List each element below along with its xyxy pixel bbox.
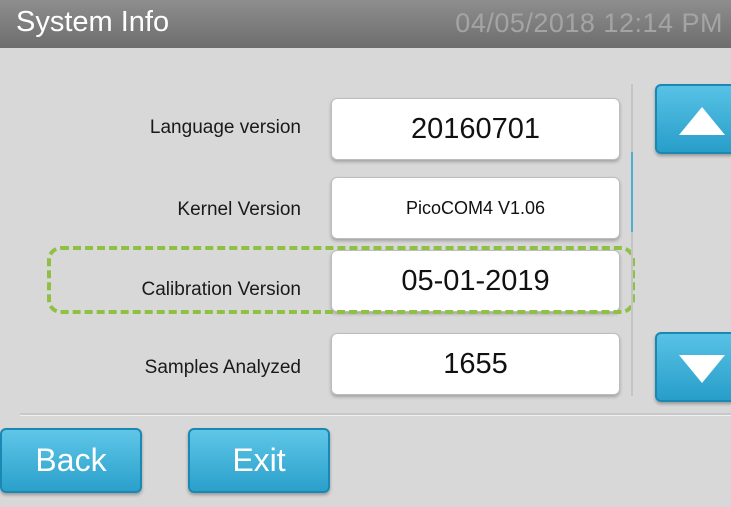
- kernel-version-value: PicoCOM4 V1.06: [331, 177, 620, 239]
- language-version-value: 20160701: [331, 98, 620, 160]
- scroll-up-button[interactable]: [655, 84, 731, 154]
- triangle-down-icon: [679, 355, 725, 383]
- page-title: System Info: [16, 6, 170, 38]
- scrollbar-track[interactable]: [631, 84, 633, 396]
- scroll-down-button[interactable]: [655, 332, 731, 402]
- back-button[interactable]: Back: [0, 428, 142, 493]
- samples-analyzed-value: 1655: [331, 333, 620, 395]
- scrollbar-thumb[interactable]: [631, 152, 633, 232]
- footer-divider: [20, 413, 731, 416]
- triangle-up-icon: [679, 107, 725, 135]
- datetime-display: 04/05/2018 12:14 PM: [455, 8, 723, 38]
- language-version-label: Language version: [149, 117, 301, 138]
- kernel-version-label: Kernel Version: [177, 199, 301, 220]
- title-bar: System Info 04/05/2018 12:14 PM: [0, 0, 731, 48]
- calibration-highlight-box: [47, 246, 635, 314]
- samples-analyzed-label: Samples Analyzed: [144, 357, 301, 378]
- exit-button[interactable]: Exit: [188, 428, 330, 493]
